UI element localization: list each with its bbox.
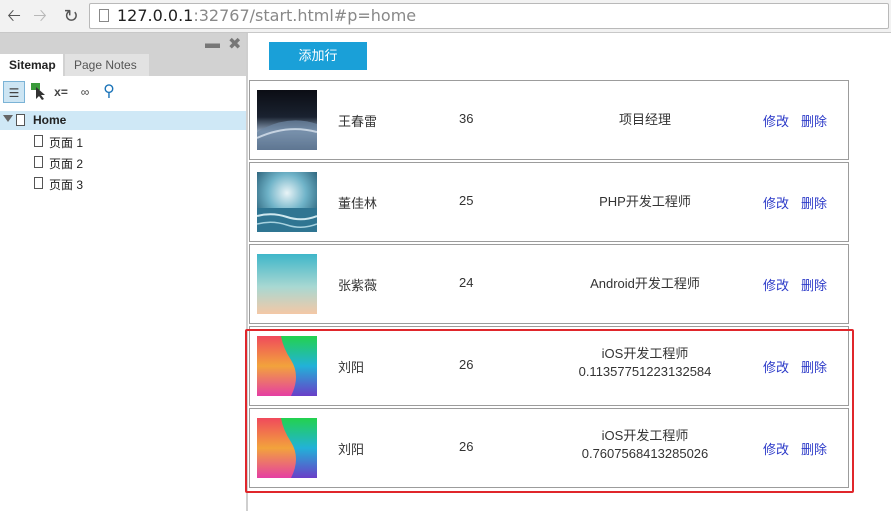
link-icon[interactable]: ∞ bbox=[76, 81, 94, 103]
sitemap-toolbar: ☰ x= ∞ ⚲ bbox=[0, 76, 246, 110]
page-icon bbox=[99, 9, 109, 22]
sitemap-panel: ▬ ✖ Sitemap Page Notes ☰ x= ∞ ⚲ Home 页面 … bbox=[0, 33, 248, 511]
expand-arrow-icon[interactable] bbox=[3, 115, 13, 122]
tree-label-home: Home bbox=[33, 113, 67, 127]
tree-label: 页面 3 bbox=[49, 178, 84, 192]
forward-arrow-icon[interactable]: 🡢 bbox=[30, 6, 50, 26]
tree-item-page-1[interactable]: 页面 1 bbox=[0, 132, 246, 151]
row-age: 24 bbox=[459, 275, 474, 290]
pointer-icon[interactable] bbox=[29, 81, 47, 103]
tree-item-page-3[interactable]: 页面 3 bbox=[0, 174, 246, 193]
edit-link[interactable]: 修改 bbox=[763, 275, 789, 294]
row-name: 王春雷 bbox=[338, 114, 378, 129]
document-icon bbox=[34, 135, 43, 147]
url-text: 127.0.0.1:32767/start.html#p=home bbox=[117, 6, 417, 25]
tab-sitemap[interactable]: Sitemap bbox=[0, 54, 63, 76]
table-row: 董佳林 25 PHP开发工程师 修改 删除 bbox=[249, 162, 849, 242]
browser-toolbar: 🡠 🡢 ↻ 127.0.0.1:32767/start.html#p=home bbox=[0, 0, 891, 33]
tree-label: 页面 2 bbox=[49, 157, 84, 171]
address-bar[interactable]: 127.0.0.1:32767/start.html#p=home bbox=[89, 3, 889, 29]
edit-link[interactable]: 修改 bbox=[763, 193, 789, 212]
avatar-earth-image bbox=[257, 90, 317, 150]
search-icon[interactable]: ⚲ bbox=[100, 81, 118, 103]
avatar-gradient-image bbox=[257, 254, 317, 314]
highlight-box bbox=[245, 329, 854, 493]
row-role: PHP开发工程师 bbox=[599, 194, 691, 209]
table-row: 王春雷 36 项目经理 修改 删除 bbox=[249, 80, 849, 160]
variables-icon[interactable]: x= bbox=[52, 81, 70, 103]
row-role: 项目经理 bbox=[618, 112, 671, 127]
delete-link[interactable]: 删除 bbox=[801, 193, 827, 212]
close-icon[interactable]: ✖ bbox=[228, 34, 241, 54]
minimize-icon[interactable]: ▬ bbox=[205, 35, 220, 52]
tree-item-page-2[interactable]: 页面 2 bbox=[0, 153, 246, 172]
tree-label: 页面 1 bbox=[49, 136, 84, 150]
document-icon bbox=[34, 177, 43, 189]
delete-link[interactable]: 删除 bbox=[801, 275, 827, 294]
panel-header: ▬ ✖ Sitemap Page Notes bbox=[0, 33, 246, 76]
tree-item-home[interactable]: Home bbox=[0, 111, 246, 130]
tab-page-notes[interactable]: Page Notes bbox=[65, 54, 149, 76]
row-role: Android开发工程师 bbox=[590, 276, 700, 291]
edit-link[interactable]: 修改 bbox=[763, 111, 789, 130]
reload-icon[interactable]: ↻ bbox=[61, 6, 81, 26]
document-icon bbox=[34, 156, 43, 168]
page-list-icon[interactable]: ☰ bbox=[3, 81, 25, 103]
document-icon bbox=[16, 114, 25, 126]
add-row-button[interactable]: 添加行 bbox=[269, 42, 367, 70]
avatar-ocean-image bbox=[257, 172, 317, 232]
row-name: 董佳林 bbox=[338, 196, 378, 211]
delete-link[interactable]: 删除 bbox=[801, 111, 827, 130]
row-age: 25 bbox=[459, 193, 474, 208]
table-row: 张紫薇 24 Android开发工程师 修改 删除 bbox=[249, 244, 849, 324]
back-arrow-icon[interactable]: 🡠 bbox=[4, 6, 24, 26]
row-age: 36 bbox=[459, 111, 474, 126]
row-name: 张紫薇 bbox=[338, 278, 378, 293]
